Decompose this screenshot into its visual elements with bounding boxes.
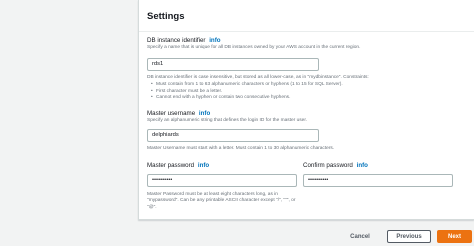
db-identifier-section: DB instance identifier info Specify a na…	[147, 37, 466, 102]
db-identifier-constraints: DB instance identifier is case insensiti…	[147, 75, 466, 102]
db-identifier-hint: DB instance identifier is case insensiti…	[147, 74, 369, 80]
master-password-section: Master password info •••••••••• Master P…	[147, 162, 297, 212]
password-row: Master password info •••••••••• Master P…	[147, 162, 466, 212]
left-rail	[0, 0, 137, 246]
db-identifier-description: Specify a name that is unique for all DB…	[147, 45, 361, 50]
master-username-input[interactable]: delphiards	[147, 129, 319, 142]
confirm-password-info-link[interactable]: info	[357, 162, 368, 169]
db-identifier-label: DB instance identifier	[147, 37, 206, 44]
master-password-info-link[interactable]: info	[198, 162, 209, 169]
master-password-input[interactable]: ••••••••••	[147, 173, 297, 187]
confirm-password-label-row: Confirm password info	[303, 162, 453, 170]
db-identifier-info-link[interactable]: info	[209, 37, 220, 44]
constraint-item: Cannot end with a hyphen or contain two …	[151, 95, 466, 102]
panel-title: Settings	[147, 11, 185, 22]
panel-body: DB instance identifier info Specify a na…	[139, 32, 474, 211]
db-identifier-input[interactable]: rds1	[147, 57, 319, 71]
constraint-list: Must contain from 1 to 63 alphanumeric c…	[147, 82, 466, 102]
master-username-description: Specify an alphanumeric string that defi…	[147, 117, 307, 123]
next-button[interactable]: Next	[437, 230, 472, 243]
wizard-footer: Cancel Previous Next	[138, 222, 474, 246]
master-username-label-row: Master username info	[147, 110, 466, 118]
master-username-label: Master username	[147, 109, 196, 117]
cancel-button[interactable]: Cancel	[345, 230, 375, 243]
db-identifier-label-row: DB instance identifier info	[147, 37, 466, 45]
confirm-password-section: Confirm password info ••••••••••	[303, 162, 453, 212]
settings-panel: Settings DB instance identifier info Spe…	[138, 0, 474, 220]
master-username-hint: Master Username must start with a letter…	[147, 146, 335, 151]
confirm-password-label: Confirm password	[303, 161, 353, 169]
master-password-hint: Master Password must be at least eight c…	[147, 191, 296, 210]
confirm-password-input[interactable]: ••••••••••	[303, 173, 453, 187]
master-password-label-row: Master password info	[147, 162, 297, 170]
previous-button[interactable]: Previous	[387, 230, 431, 243]
panel-header: Settings	[139, 0, 474, 32]
master-username-section: Master username info Specify an alphanum…	[147, 110, 466, 153]
master-password-label: Master password	[147, 161, 195, 169]
master-username-info-link[interactable]: info	[199, 110, 210, 117]
